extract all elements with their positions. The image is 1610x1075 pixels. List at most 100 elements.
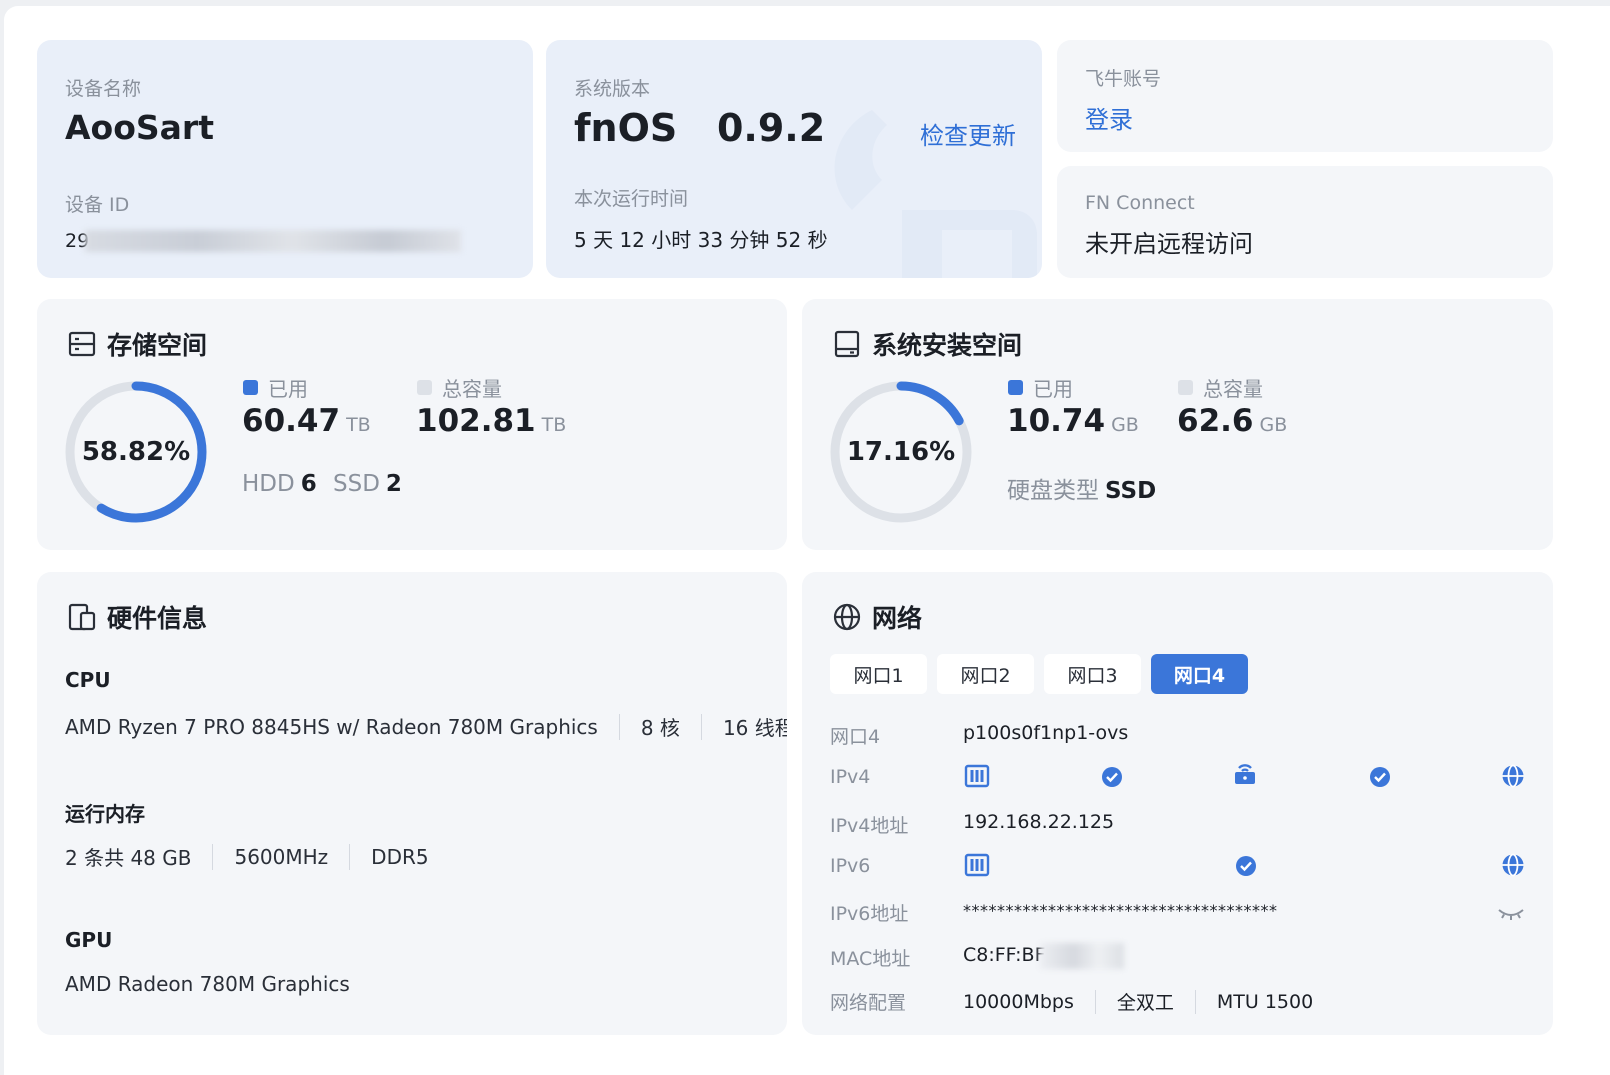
system-version-label: 系统版本 [574,78,651,100]
storage-title: 存储空间 [67,327,207,361]
port-name: p100s0f1np1-ovs [963,722,1129,744]
system-install-total-value: 62.6 GB [1177,403,1287,439]
router-icon [1235,764,1255,784]
ssd-label: SSD [333,471,380,497]
cpu-cores: 8 核 [640,716,680,740]
fn-connect-card: FN Connect 未开启远程访问 [1057,166,1553,278]
globe-icon [1502,853,1524,877]
storage-title-text: 存储空间 [107,331,208,360]
uptime-value: 5 天 12 小时 33 分钟 52 秒 [574,228,828,252]
ssd-count: SSD 2 [333,471,402,497]
storage-used-value: 60.47 TB [242,403,371,439]
mac-address-redacted [1040,943,1124,969]
system-install-used-number: 10.74 [1007,403,1106,439]
memory-label: 运行内存 [65,802,145,826]
duplex-mode: 全双工 [1116,992,1174,1014]
system-install-card: 系统安装空间 17.16% 已用 10.74 GB 总容量 62.6 GB 硬盘类型… [802,299,1553,550]
network-config-row: 10000Mbps 全双工 MTU 1500 [963,988,1313,1015]
uptime-label: 本次运行时间 [574,188,689,210]
hdd-value: 6 [300,471,317,497]
hardware-icon [68,603,96,631]
port-tabs: 网口1 网口2 网口3 网口4 [830,654,1248,694]
cpu-model: AMD Ryzen 7 PRO 8845HS w/ Radeon 780M Gr… [65,714,598,739]
system-install-title: 系统安装空间 [832,327,1022,361]
divider [618,713,620,740]
globe-icon [833,603,861,631]
system-install-used-value: 10.74 GB [1007,403,1139,439]
divider [700,713,702,740]
fn-connect-status: 未开启远程访问 [1085,230,1253,258]
system-install-ring: 17.16% [826,377,976,527]
ipv4-connection-diagram [964,764,1524,788]
eye-closed-icon[interactable] [1496,904,1526,924]
divider [1094,989,1096,1014]
check-icon [1370,767,1390,787]
hardware-card: 硬件信息 CPU AMD Ryzen 7 PRO 8845HS w/ Radeo… [37,572,787,1035]
port-label: 网口4 [830,726,881,748]
check-update-link[interactable]: 检查更新 [920,116,1016,151]
storage-used-unit: TB [346,414,371,436]
system-install-used-unit: GB [1111,414,1139,436]
drive-icon [834,330,860,358]
network-title-text: 网络 [872,604,923,633]
tab-port-2[interactable]: 网口2 [937,654,1034,694]
memory-info-row: 2 条共 48 GB 5600MHz DDR5 [65,842,429,871]
cpu-info-row: AMD Ryzen 7 PRO 8845HS w/ Radeon 780M Gr… [65,712,787,741]
device-card: 设备名称 AooSart 设备 ID 29 [37,40,533,278]
tab-port-3[interactable]: 网口3 [1044,654,1141,694]
account-card: 飞牛账号 登录 [1057,40,1553,152]
divider [1194,989,1196,1014]
nic-icon [964,853,990,877]
used-swatch [1008,380,1023,395]
ipv6-address-label: IPv6地址 [830,903,909,925]
storage-total-unit: TB [541,414,567,436]
system-install-total-unit: GB [1259,414,1288,436]
storage-used-label: 已用 [268,377,308,401]
hardware-title: 硬件信息 [67,600,207,634]
storage-total-number: 102.81 [416,403,536,439]
tab-port-1[interactable]: 网口1 [830,654,927,694]
ipv6-label: IPv6 [830,855,871,877]
disk-type-label: 硬盘类型 [1007,478,1099,504]
memory-type: DDR5 [371,844,429,869]
device-name: AooSart [65,108,214,147]
system-install-total-legend: 总容量 [1178,373,1263,402]
storage-used-number: 60.47 [242,403,341,439]
system-install-used-legend: 已用 [1008,373,1073,402]
storage-total-legend: 总容量 [417,373,502,402]
divider [349,843,351,870]
network-card: 网络 网口1 网口2 网口3 网口4 网口4 p100s0f1np1-ovs I… [802,572,1553,1035]
storage-percent: 58.82% [81,437,191,467]
device-name-label: 设备名称 [65,78,142,100]
system-install-total-number: 62.6 [1177,403,1254,439]
hardware-title-text: 硬件信息 [107,604,208,633]
device-id-redacted [85,230,461,252]
network-config-label: 网络配置 [830,992,907,1014]
system-install-title-text: 系统安装空间 [872,331,1023,360]
gpu-info-row: AMD Radeon 780M Graphics [65,972,350,996]
mac-address: C8:FF:BF [963,944,1046,966]
check-icon [1102,767,1122,787]
total-swatch [1178,380,1193,395]
network-title: 网络 [832,600,922,634]
fn-connect-label: FN Connect [1085,192,1195,214]
globe-icon [1502,764,1524,788]
hdd-label: HDD [242,471,295,497]
mac-address-label: MAC地址 [830,948,911,970]
storage-total-label: 总容量 [442,377,502,401]
storage-ring: 58.82% [61,377,211,527]
disk-type: 硬盘类型 SSD [1007,471,1156,505]
used-swatch [243,380,258,395]
tab-port-4[interactable]: 网口4 [1151,654,1248,694]
ssd-value: 2 [385,471,402,497]
mtu: MTU 1500 [1216,990,1314,1013]
system-version-card: 系统版本 fnOS 0.9.2 检查更新 本次运行时间 5 天 12 小时 33… [546,40,1042,278]
storage-used-legend: 已用 [243,373,308,402]
gpu-label: GPU [65,928,113,952]
login-link[interactable]: 登录 [1085,100,1133,135]
memory-speed: 5600MHz [234,844,329,869]
nic-icon [964,764,990,788]
device-id-label: 设备 ID [65,194,130,216]
system-info-page: 设备名称 AooSart 设备 ID 29 系统版本 fnOS 0.9.2 检查… [4,6,1610,1075]
ipv4-address: 192.168.22.125 [963,811,1115,833]
